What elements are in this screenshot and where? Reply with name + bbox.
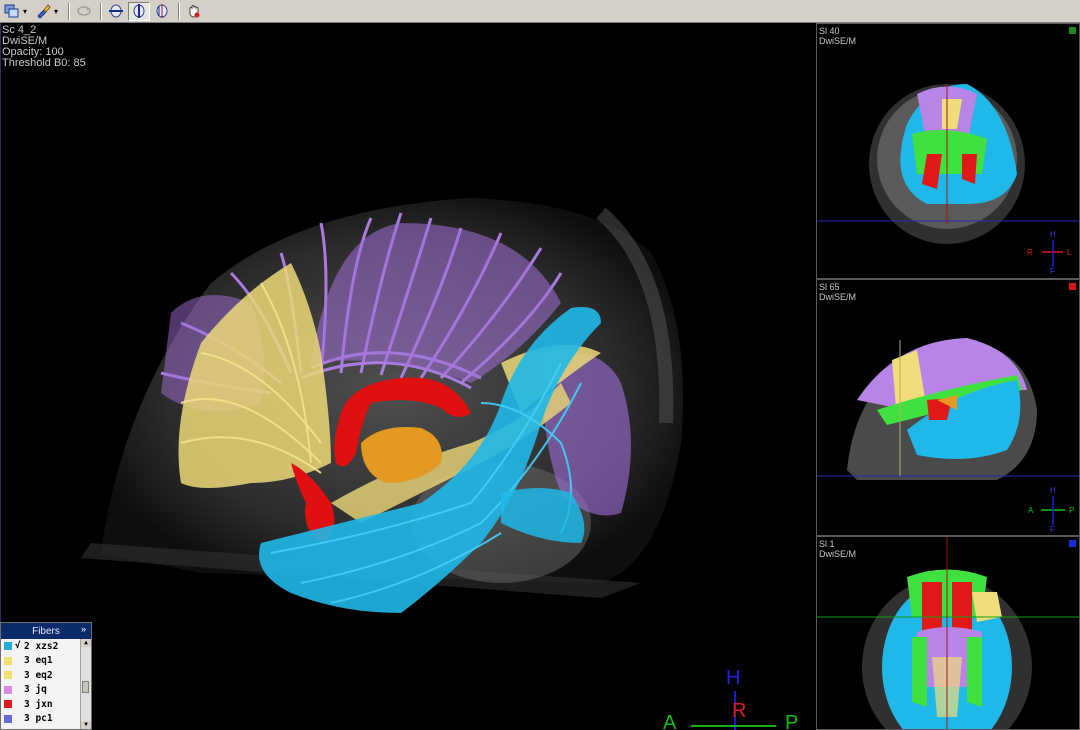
fibers-panel-header: Fibers » [1,623,91,639]
threshold-label: Threshold B0: 85 [2,57,86,69]
fiber-list-scrollbar[interactable]: ▲ ▼ [80,639,91,729]
fiber-color-swatch[interactable] [4,700,12,709]
sagittal-slice-image [817,338,1079,525]
coronal-slice-image [817,84,1079,267]
fiber-list: √ 2 xzs2 3 eq1 3 eq2 3 jq 3 jxn 3 pc1 [1,639,91,726]
hand-pan-icon[interactable] [184,2,204,21]
fiber-name: 3 jxn [24,698,53,710]
scroll-up-icon[interactable]: ▲ [81,639,91,647]
main-3d-view[interactable]: Sc 4_2 DwiSE/M Opacity: 100 Threshold B0… [0,23,816,730]
fibers-panel-title: Fibers [32,625,60,637]
orientation-anterior-label: A [663,712,677,730]
toolbar-separator [178,2,180,20]
orientation-label: L [1067,248,1072,257]
scroll-down-icon[interactable]: ▼ [81,721,91,729]
fiber-color-swatch[interactable] [4,714,12,723]
fiber-color-swatch[interactable] [4,671,12,680]
fiber-list-item[interactable]: √ 2 xzs2 [1,639,91,654]
orientation-right-label: R [732,700,747,722]
fiber-color-swatch[interactable] [4,642,12,651]
axial-view-icon[interactable] [106,2,126,21]
layers-icon[interactable] [2,2,22,21]
fiber-list-item[interactable]: 3 jxn [1,697,91,712]
orientation-label: H [1050,230,1056,239]
scrollbar-thumb[interactable] [82,681,89,693]
paint-brush-icon[interactable] [33,2,53,21]
orientation-label: P [1069,506,1075,515]
orientation-label: H [1050,486,1056,495]
toolbar-separator [100,2,102,20]
orientation-head-label: H [726,667,741,689]
fiber-visibility-check[interactable]: √ [15,641,24,651]
orientation-label: F [1050,525,1055,534]
orientation-label: A [1028,506,1034,515]
fiber-list-item[interactable]: 3 pc1 [1,712,91,727]
orientation-label: F [1050,267,1055,276]
fiber-list-item[interactable]: 3 eq1 [1,654,91,669]
collapse-icon[interactable]: » [81,624,86,634]
coronal-view-panel[interactable]: Sl 40 DwiSE/M R L H F [816,23,1080,279]
fiber-name: 3 eq2 [24,669,53,681]
toolbar-separator [68,2,70,20]
orientation-label: R [1027,248,1033,257]
axial-view-panel[interactable]: Sl 1 DwiSE/M [816,536,1080,730]
fibers-panel[interactable]: Fibers » √ 2 xzs2 3 eq1 3 eq2 3 jq 3 jxn 3 pc1… [0,622,92,730]
toolbar: ▾ ▾ [0,0,1080,23]
fiber-color-swatch[interactable] [4,685,12,694]
fiber-list-item[interactable]: 3 jq [1,683,91,698]
sagittal-view-panel[interactable]: Sl 65 DwiSE/M A P H F [816,279,1080,536]
coronal-view-icon[interactable] [152,2,172,21]
sagittal-view-icon[interactable] [128,1,150,21]
tractography-render[interactable] [1,23,816,730]
fiber-name: 2 xzs2 [24,640,59,652]
axial-slice-image [817,537,1079,729]
fiber-name: 3 pc1 [24,713,53,725]
rotate-icon[interactable] [74,2,94,21]
orientation-posterior-label: P [785,712,799,730]
fiber-list-item[interactable]: 3 eq2 [1,668,91,683]
brush-dropdown-icon[interactable]: ▾ [54,7,61,16]
layers-dropdown-icon[interactable]: ▾ [23,7,30,16]
fiber-color-swatch[interactable] [4,656,12,665]
fiber-name: 3 eq1 [24,655,53,667]
fiber-name: 3 jq [24,684,47,696]
